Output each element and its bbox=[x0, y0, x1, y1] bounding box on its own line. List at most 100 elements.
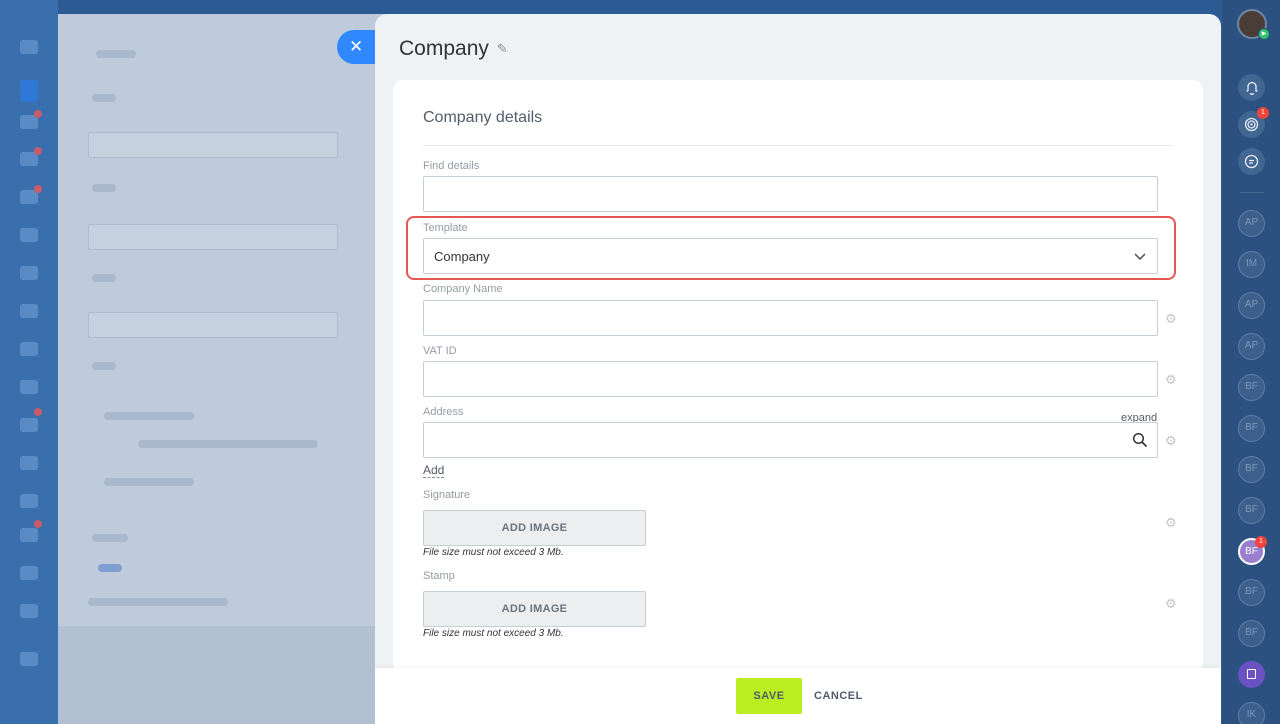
menu-icon bbox=[20, 456, 38, 470]
chat-avatar-initials: BF bbox=[1245, 546, 1258, 557]
gear-icon[interactable]: ⚙ bbox=[1165, 597, 1177, 610]
signature-size-hint: File size must not exceed 3 Mb. bbox=[423, 547, 564, 558]
notebook-icon bbox=[1247, 669, 1256, 679]
stamp-label: Stamp bbox=[423, 570, 455, 582]
background-text bbox=[92, 94, 116, 102]
menu-icon bbox=[20, 652, 38, 666]
chevron-down-icon bbox=[1134, 253, 1146, 261]
chat-avatar[interactable]: BF bbox=[1238, 374, 1265, 401]
chat-avatar[interactable]: AP bbox=[1238, 333, 1265, 360]
gear-icon[interactable]: ⚙ bbox=[1165, 516, 1177, 529]
chat-avatar[interactable]: IK bbox=[1238, 702, 1265, 724]
chat-icon bbox=[1244, 154, 1259, 169]
menu-icon bbox=[20, 566, 38, 580]
chat-avatar-active[interactable]: BF 1 bbox=[1238, 536, 1267, 565]
template-label: Template bbox=[423, 222, 468, 234]
section-title: Company details bbox=[423, 109, 543, 126]
chat-avatar[interactable]: AP bbox=[1238, 210, 1265, 237]
add-stamp-image-button[interactable]: ADD IMAGE bbox=[423, 591, 646, 627]
menu-badge bbox=[34, 185, 42, 193]
menu-icon bbox=[20, 228, 38, 242]
chat-avatar-notes[interactable] bbox=[1238, 661, 1265, 688]
slider-footer: SAVE CANCEL bbox=[375, 668, 1221, 724]
background-text bbox=[92, 362, 116, 370]
menu-badge bbox=[34, 147, 42, 155]
gear-icon[interactable]: ⚙ bbox=[1165, 312, 1177, 325]
chat-avatar[interactable]: BF bbox=[1238, 620, 1265, 647]
page-title: Company ✎ bbox=[399, 37, 508, 61]
search-icon[interactable] bbox=[1132, 432, 1148, 448]
find-details-input[interactable] bbox=[423, 176, 1158, 212]
background-text bbox=[104, 412, 194, 420]
find-details-label: Find details bbox=[423, 160, 480, 172]
stamp-size-hint: File size must not exceed 3 Mb. bbox=[423, 628, 564, 639]
background-left-menu bbox=[0, 0, 58, 724]
company-slider-panel: Company ✎ Company details Find details T… bbox=[375, 14, 1221, 724]
gear-icon[interactable]: ⚙ bbox=[1165, 373, 1177, 386]
background-text bbox=[104, 478, 194, 486]
chat-avatar[interactable]: IM bbox=[1238, 251, 1265, 278]
gear-icon[interactable]: ⚙ bbox=[1165, 434, 1177, 447]
menu-icon bbox=[20, 528, 38, 542]
menu-icon bbox=[20, 418, 38, 432]
background-footer bbox=[58, 626, 388, 724]
menu-icon bbox=[20, 380, 38, 394]
address-input[interactable] bbox=[423, 422, 1158, 458]
background-text bbox=[92, 274, 116, 282]
background-text bbox=[138, 440, 318, 448]
background-page bbox=[58, 14, 388, 724]
template-select[interactable]: Company bbox=[423, 238, 1158, 274]
address-label: Address bbox=[423, 406, 464, 418]
background-text bbox=[92, 184, 116, 192]
add-signature-image-button[interactable]: ADD IMAGE bbox=[423, 510, 646, 546]
menu-badge bbox=[34, 408, 42, 416]
menu-icon bbox=[20, 304, 38, 318]
chat-avatar[interactable]: BF bbox=[1238, 497, 1265, 524]
menu-badge bbox=[34, 520, 42, 528]
chat-avatar[interactable]: AP bbox=[1238, 292, 1265, 319]
activity-badge: 1 bbox=[1257, 107, 1269, 119]
signature-label: Signature bbox=[423, 489, 471, 501]
section-divider bbox=[423, 145, 1173, 146]
menu-icon bbox=[20, 494, 38, 508]
template-selected-value: Company bbox=[434, 249, 490, 264]
notifications-button[interactable] bbox=[1238, 74, 1265, 101]
vat-id-label: VAT ID bbox=[423, 345, 457, 357]
company-details-card: Company details Find details Template Co… bbox=[393, 80, 1203, 672]
vat-id-input[interactable] bbox=[423, 361, 1158, 397]
bell-icon bbox=[1246, 81, 1257, 95]
chat-avatar[interactable]: BF bbox=[1238, 415, 1265, 442]
sidebar-divider bbox=[1240, 192, 1264, 193]
company-name-label: Company Name bbox=[423, 283, 503, 295]
background-top-band bbox=[58, 0, 1222, 14]
background-text bbox=[92, 534, 128, 542]
background-field bbox=[88, 312, 338, 338]
background-field bbox=[88, 132, 338, 158]
close-icon: ✕ bbox=[349, 37, 364, 56]
messenger-button[interactable] bbox=[1238, 148, 1265, 175]
right-sidebar: ▶ 1 AP IM AP AP BF BF BF BF BF 1 BF BF I… bbox=[1222, 0, 1280, 724]
user-avatar[interactable]: ▶ bbox=[1237, 9, 1270, 40]
play-icon: ▶ bbox=[1258, 28, 1270, 40]
add-address-link[interactable]: Add bbox=[423, 464, 445, 478]
background-text bbox=[98, 564, 122, 572]
cancel-button[interactable]: CANCEL bbox=[814, 678, 863, 714]
menu-icon bbox=[20, 40, 38, 54]
background-text bbox=[96, 50, 136, 58]
company-name-input[interactable] bbox=[423, 300, 1158, 336]
menu-badge bbox=[34, 110, 42, 118]
page-title-text: Company bbox=[399, 37, 489, 60]
chat-avatar[interactable]: BF bbox=[1238, 456, 1265, 483]
background-text bbox=[88, 598, 228, 606]
background-field bbox=[88, 224, 338, 250]
chat-avatar[interactable]: BF bbox=[1238, 579, 1265, 606]
menu-icon bbox=[20, 342, 38, 356]
pencil-icon[interactable]: ✎ bbox=[497, 41, 508, 57]
menu-icon bbox=[20, 266, 38, 280]
chat-unread-badge: 1 bbox=[1255, 536, 1267, 548]
save-button[interactable]: SAVE bbox=[736, 678, 802, 714]
activity-stream-button[interactable]: 1 bbox=[1238, 107, 1269, 138]
menu-icon bbox=[20, 80, 38, 102]
target-icon bbox=[1244, 117, 1259, 132]
menu-icon bbox=[20, 604, 38, 618]
